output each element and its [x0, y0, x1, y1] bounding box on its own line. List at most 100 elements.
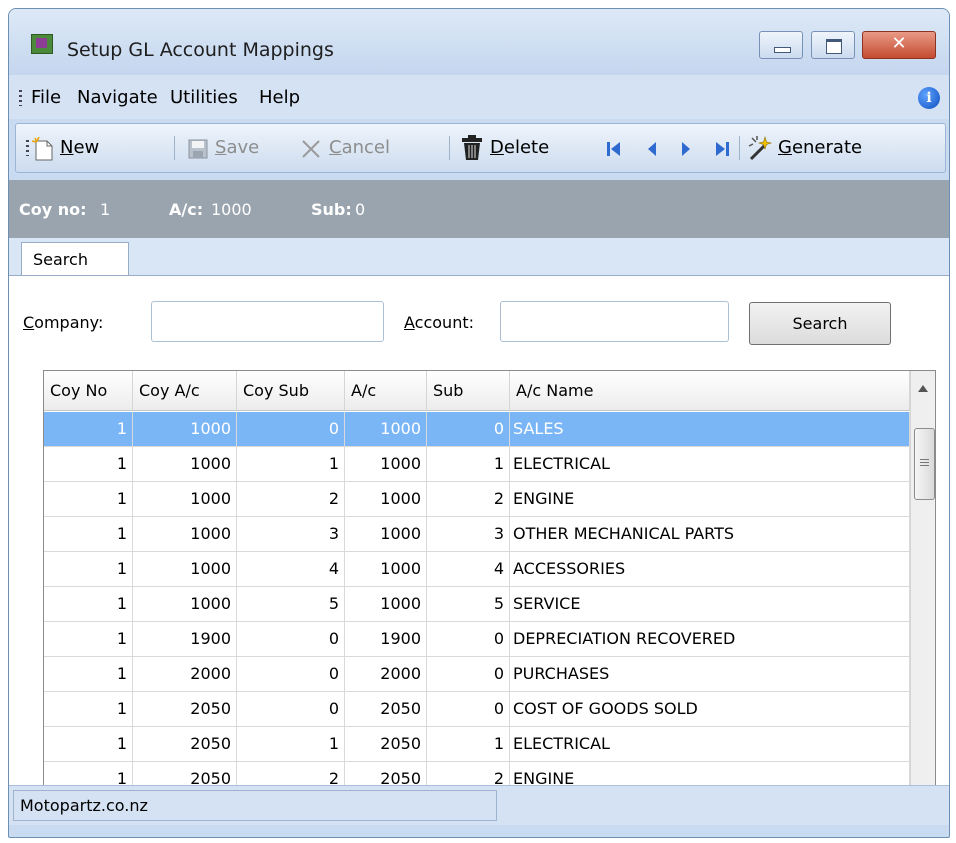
- toolbar-separator: [174, 136, 175, 160]
- cell-coy-sub: 3: [237, 517, 345, 552]
- search-button[interactable]: Search: [749, 302, 891, 345]
- cell-ac-name: OTHER MECHANICAL PARTS: [510, 517, 910, 552]
- cell-ac-name: COST OF GOODS SOLD: [510, 692, 910, 727]
- cell-coy-sub: 4: [237, 552, 345, 587]
- cell-ac-name: ELECTRICAL: [510, 447, 910, 482]
- column-header-coy-no[interactable]: Coy No: [44, 371, 133, 411]
- ac-value: 1000: [211, 200, 252, 219]
- account-input[interactable]: [500, 301, 729, 342]
- scroll-thumb[interactable]: [914, 428, 935, 500]
- tab-search[interactable]: Search: [21, 242, 129, 277]
- cell-coy-ac: 1000: [133, 447, 237, 482]
- sub-label: Sub:: [311, 200, 352, 219]
- maximize-button[interactable]: [811, 31, 855, 59]
- table-row[interactable]: 1 1900 0 1900 0 DEPRECIATION RECOVERED: [44, 622, 910, 657]
- cell-coy-ac: 2050: [133, 727, 237, 762]
- cell-sub: 2: [427, 482, 510, 517]
- column-header-coy-sub[interactable]: Coy Sub: [237, 371, 345, 411]
- cell-ac: 2050: [345, 727, 427, 762]
- cell-ac: 1000: [345, 412, 427, 447]
- column-header-sub[interactable]: Sub: [427, 371, 510, 411]
- menu-grip-icon: [19, 90, 22, 106]
- cell-coy-sub: 0: [237, 657, 345, 692]
- company-input[interactable]: [151, 301, 384, 342]
- cell-coy-sub: 5: [237, 587, 345, 622]
- cell-coy-no: 1: [44, 762, 133, 786]
- mappings-grid: Coy No Coy A/c Coy Sub A/c Sub A/c Name …: [43, 370, 936, 786]
- save-disk-icon: [188, 139, 208, 159]
- generate-accel: G: [778, 137, 792, 158]
- save-button[interactable]: Save: [215, 137, 259, 158]
- cell-coy-no: 1: [44, 727, 133, 762]
- cell-ac: 2050: [345, 692, 427, 727]
- toolbar-grip-icon: [26, 140, 29, 156]
- cell-coy-no: 1: [44, 482, 133, 517]
- account-label: Account:: [404, 313, 474, 332]
- cell-ac: 1900: [345, 622, 427, 657]
- column-header-ac[interactable]: A/c: [345, 371, 427, 411]
- trash-icon: [462, 135, 482, 160]
- table-row[interactable]: 1 2050 0 2050 0 COST OF GOODS SOLD: [44, 692, 910, 727]
- menu-file[interactable]: File: [31, 87, 61, 108]
- first-record-icon[interactable]: [605, 140, 623, 158]
- table-row[interactable]: 1 1000 0 1000 0 SALES: [44, 412, 910, 447]
- cell-ac: 2000: [345, 657, 427, 692]
- company-accel: C: [23, 313, 35, 332]
- cell-coy-no: 1: [44, 622, 133, 657]
- cell-ac-name: DEPRECIATION RECOVERED: [510, 622, 910, 657]
- cell-ac: 1000: [345, 587, 427, 622]
- cell-coy-sub: 1: [237, 447, 345, 482]
- cancel-button[interactable]: Cancel: [329, 137, 390, 158]
- table-row[interactable]: 1 2050 2 2050 2 ENGINE: [44, 762, 910, 786]
- cancel-label: ancel: [341, 137, 390, 158]
- cell-coy-sub: 2: [237, 482, 345, 517]
- new-button[interactable]: New: [60, 137, 99, 158]
- table-row[interactable]: 1 1000 2 1000 2 ENGINE: [44, 482, 910, 517]
- column-header-coy-ac[interactable]: Coy A/c: [133, 371, 237, 411]
- cell-sub: 0: [427, 692, 510, 727]
- info-icon[interactable]: i: [918, 87, 940, 109]
- cell-ac-name: ENGINE: [510, 762, 910, 786]
- vertical-scrollbar[interactable]: [910, 371, 935, 786]
- minimize-button[interactable]: [759, 31, 803, 59]
- sub-value: 0: [355, 200, 366, 219]
- cell-coy-ac: 2050: [133, 762, 237, 786]
- cell-coy-no: 1: [44, 517, 133, 552]
- save-accel: S: [215, 137, 227, 158]
- account-label-text: ccount:: [414, 313, 474, 332]
- table-row[interactable]: 1 2000 0 2000 0 PURCHASES: [44, 657, 910, 692]
- cell-ac-name: ACCESSORIES: [510, 552, 910, 587]
- cell-sub: 2: [427, 762, 510, 786]
- menu-help[interactable]: Help: [259, 87, 300, 108]
- menu-navigate[interactable]: Navigate: [77, 87, 158, 108]
- ac-label: A/c:: [169, 200, 204, 219]
- tab-strip: Search: [9, 238, 949, 277]
- cell-ac: 2050: [345, 762, 427, 786]
- table-row[interactable]: 1 1000 5 1000 5 SERVICE: [44, 587, 910, 622]
- delete-button[interactable]: Delete: [490, 137, 549, 158]
- close-button[interactable]: ✕: [862, 31, 936, 59]
- table-row[interactable]: 1 1000 1 1000 1 ELECTRICAL: [44, 447, 910, 482]
- previous-record-icon[interactable]: [644, 140, 660, 158]
- cell-coy-ac: 2000: [133, 657, 237, 692]
- title-bar: Setup GL Account Mappings ✕: [9, 9, 949, 75]
- table-row[interactable]: 1 2050 1 2050 1 ELECTRICAL: [44, 727, 910, 762]
- menu-utilities[interactable]: Utilities: [170, 87, 238, 108]
- status-bar: Motopartz.co.nz: [9, 785, 949, 825]
- next-record-icon[interactable]: [678, 140, 694, 158]
- generate-label: enerate: [791, 137, 863, 158]
- last-record-icon[interactable]: [713, 140, 731, 158]
- generate-button[interactable]: Generate: [778, 137, 862, 158]
- cell-ac-name: SERVICE: [510, 587, 910, 622]
- cell-coy-no: 1: [44, 552, 133, 587]
- delete-label: elete: [503, 137, 550, 158]
- coy-no-value: 1: [100, 200, 111, 219]
- new-document-icon: [32, 137, 53, 161]
- cell-coy-no: 1: [44, 587, 133, 622]
- cell-coy-no: 1: [44, 412, 133, 447]
- table-row[interactable]: 1 1000 3 1000 3 OTHER MECHANICAL PARTS: [44, 517, 910, 552]
- column-header-ac-name[interactable]: A/c Name: [510, 371, 910, 411]
- table-row[interactable]: 1 1000 4 1000 4 ACCESSORIES: [44, 552, 910, 587]
- cell-coy-sub: 0: [237, 412, 345, 447]
- scroll-up-icon[interactable]: [918, 385, 928, 392]
